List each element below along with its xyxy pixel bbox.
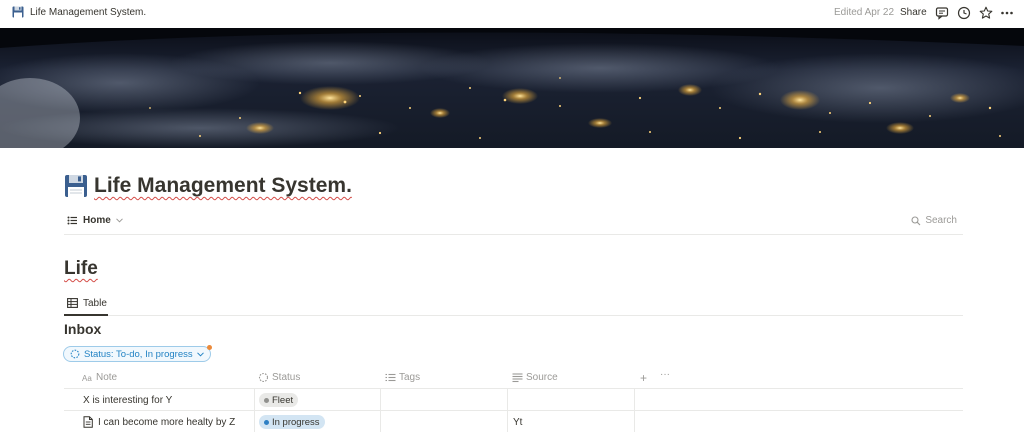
clock-icon[interactable] bbox=[957, 6, 971, 20]
title-aa-icon: Aa bbox=[82, 374, 92, 383]
column-divider bbox=[507, 411, 508, 432]
column-label: Tags bbox=[399, 372, 421, 383]
note-cell[interactable]: X is interesting for Y bbox=[83, 389, 172, 411]
status-icon bbox=[258, 372, 269, 383]
note-text: X is interesting for Y bbox=[83, 394, 173, 406]
table-row[interactable]: I can become more healty by Z In progres… bbox=[64, 411, 963, 432]
column-divider bbox=[380, 411, 381, 432]
floppy-disk-icon bbox=[12, 6, 24, 18]
inbox-table: Aa Note Status Tags Source + ··· X is in… bbox=[64, 366, 963, 432]
breadcrumb-title: Life Management System. bbox=[30, 6, 147, 18]
page-header: Life Management System. bbox=[64, 174, 352, 198]
status-cell[interactable]: Fleet bbox=[259, 389, 299, 411]
more-options-button[interactable]: ··· bbox=[660, 369, 670, 380]
status-text: Fleet bbox=[272, 394, 294, 406]
edited-timestamp: Edited Apr 22 bbox=[834, 7, 895, 18]
home-view-selector[interactable]: Home bbox=[67, 215, 123, 226]
note-text: I can become more healty by Z bbox=[98, 416, 236, 428]
home-view-bar: Home Search bbox=[64, 210, 963, 235]
note-cell[interactable]: I can become more healty by Z bbox=[83, 411, 235, 432]
page-icon bbox=[83, 416, 93, 428]
inbox-title[interactable]: Inbox bbox=[64, 321, 101, 337]
filter-changed-indicator bbox=[206, 345, 212, 350]
home-view-label: Home bbox=[83, 215, 111, 226]
section-title[interactable]: Life bbox=[64, 258, 98, 280]
column-divider bbox=[254, 411, 255, 432]
star-icon[interactable] bbox=[979, 6, 993, 20]
column-divider bbox=[634, 411, 635, 432]
status-filter-label: Status: To-do, In progress bbox=[84, 348, 193, 360]
source-text: Yt bbox=[513, 416, 523, 428]
table-header: Aa Note Status Tags Source + ··· bbox=[64, 366, 963, 389]
column-divider bbox=[507, 389, 508, 411]
status-icon bbox=[70, 349, 80, 359]
column-label: Source bbox=[526, 372, 558, 383]
search-icon bbox=[911, 215, 921, 225]
chevron-down-icon bbox=[196, 351, 204, 357]
table-icon bbox=[67, 298, 78, 308]
add-column-button[interactable]: + bbox=[640, 371, 647, 385]
list-icon bbox=[67, 216, 77, 225]
more-icon[interactable] bbox=[1000, 6, 1014, 20]
earth-night-cover bbox=[0, 28, 1024, 148]
column-label: Status bbox=[272, 372, 301, 383]
column-header-status[interactable]: Status bbox=[254, 366, 379, 389]
column-header-note[interactable]: Aa Note bbox=[78, 366, 258, 389]
cover-image bbox=[0, 28, 1024, 148]
view-tab-bar: Table bbox=[64, 292, 963, 316]
source-cell[interactable]: Yt bbox=[513, 411, 522, 432]
text-icon bbox=[512, 373, 523, 383]
floppy-disk-icon[interactable] bbox=[64, 174, 88, 198]
status-badge: In progress bbox=[259, 415, 325, 429]
top-bar: Life Management System. Edited Apr 22 Sh… bbox=[0, 0, 1024, 28]
status-dot bbox=[264, 397, 269, 403]
chevron-down-icon bbox=[115, 218, 123, 223]
column-divider bbox=[634, 389, 635, 411]
status-filter-chip[interactable]: Status: To-do, In progress bbox=[63, 345, 212, 362]
status-dot bbox=[264, 419, 269, 425]
column-divider bbox=[380, 389, 381, 411]
page-title[interactable]: Life Management System. bbox=[94, 174, 352, 198]
tab-table[interactable]: Table bbox=[64, 292, 108, 316]
search-button[interactable]: Search bbox=[911, 215, 957, 226]
search-label: Search bbox=[925, 215, 957, 226]
status-text: In progress bbox=[272, 416, 320, 428]
table-row[interactable]: X is interesting for Y Fleet bbox=[64, 389, 963, 411]
list-icon bbox=[385, 373, 396, 382]
tab-table-label: Table bbox=[83, 297, 107, 309]
column-header-source[interactable]: Source bbox=[508, 366, 633, 389]
status-badge: Fleet bbox=[259, 393, 299, 407]
column-header-tags[interactable]: Tags bbox=[381, 366, 506, 389]
status-cell[interactable]: In progress bbox=[259, 411, 325, 432]
column-divider bbox=[254, 389, 255, 411]
breadcrumb[interactable]: Life Management System. bbox=[12, 6, 146, 18]
svg-text:Aa: Aa bbox=[82, 374, 92, 383]
column-label: Note bbox=[96, 372, 118, 383]
comment-icon[interactable] bbox=[935, 6, 949, 20]
share-button[interactable]: Share bbox=[900, 7, 927, 18]
